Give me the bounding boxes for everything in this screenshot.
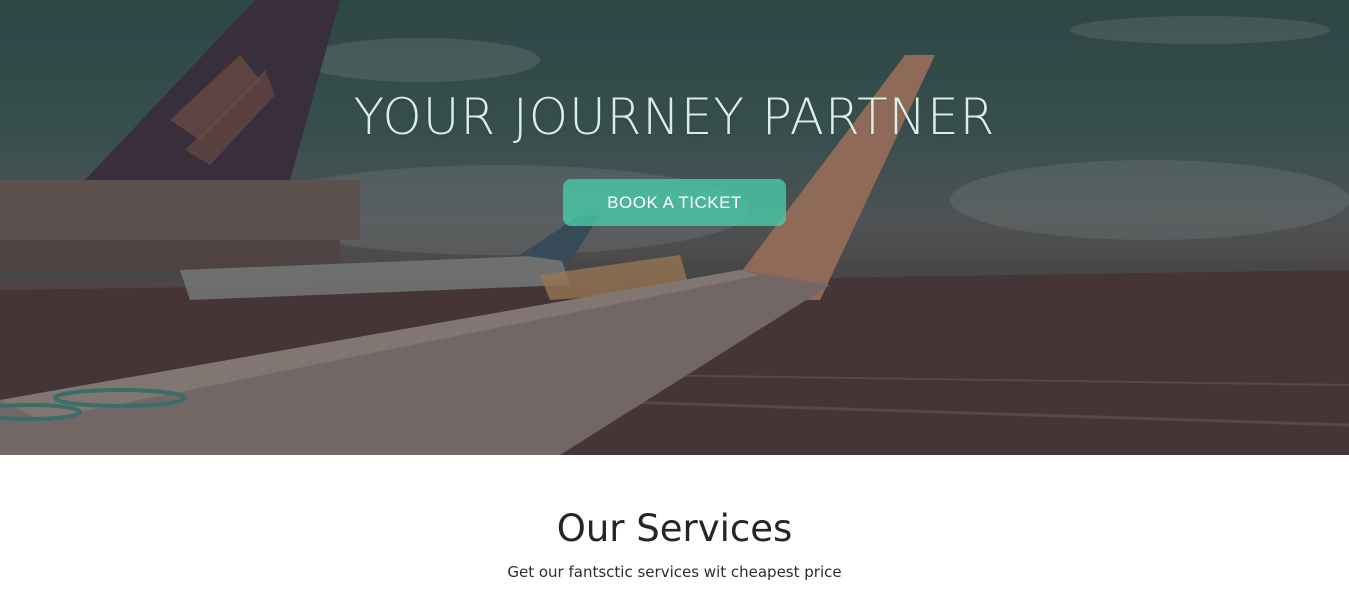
services-subtitle: Get our fantsctic services wit cheapest … (507, 563, 842, 581)
book-ticket-button[interactable]: BOOK A TICKET (563, 179, 786, 226)
hero-background-image (0, 0, 1349, 455)
services-section: Our Services Get our fantsctic services … (0, 455, 1349, 600)
hero-section: YOUR JOURNEY PARTNER BOOK A TICKET (0, 0, 1349, 455)
hero-title: YOUR JOURNEY PARTNER (353, 88, 996, 146)
services-title: Our Services (556, 507, 793, 550)
